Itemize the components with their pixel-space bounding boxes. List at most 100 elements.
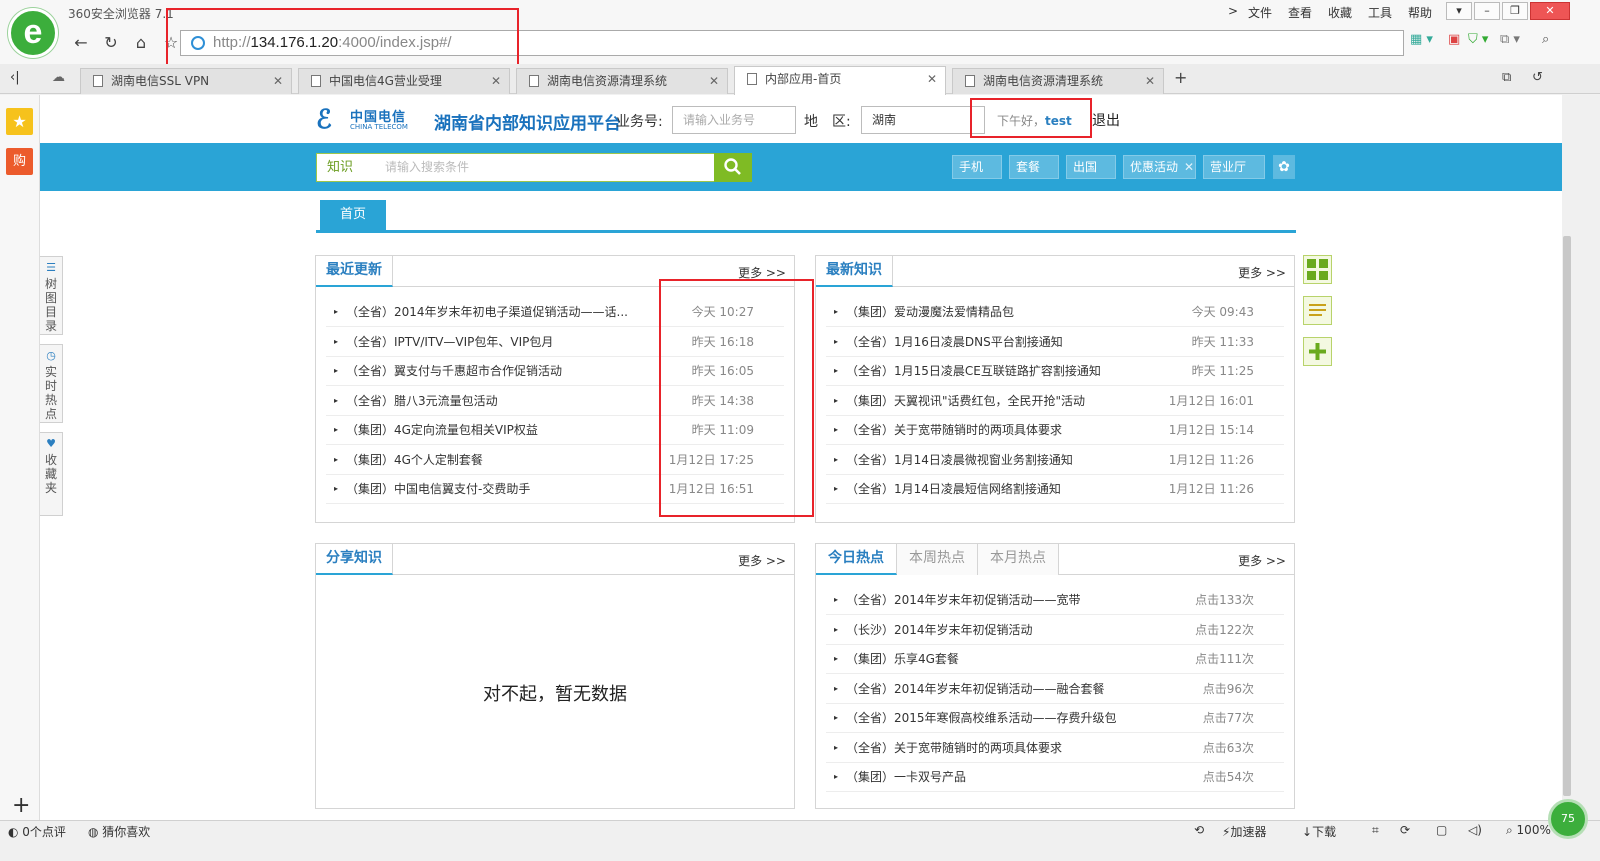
item-title[interactable]: （全省）腊八3元流量包活动 (346, 387, 498, 415)
menu-view[interactable]: 查看 (1288, 4, 1312, 21)
list-item[interactable]: ▸ （全省）2014年岁末年初促销活动——宽带 点击133次 (826, 586, 1284, 615)
undo-close-icon[interactable]: ↺ (1532, 70, 1543, 85)
tab-today-hot[interactable]: 今日热点 (816, 544, 897, 575)
vtab-hot[interactable]: ◷ 实时热点 (40, 344, 63, 423)
list-item[interactable]: ▸ （集团）爱动漫魔法爱情精品包 今天 09:43 (826, 298, 1284, 327)
vtab-tree[interactable]: ☰ 树图目录 (40, 256, 63, 335)
list-item[interactable]: ▸ （长沙）2014年岁末年初促销活动 点击122次 (826, 616, 1284, 645)
search-button[interactable] (714, 153, 752, 182)
list-item[interactable]: ▸ （全省）1月16日凌晨DNS平台割接通知 昨天 11:33 (826, 328, 1284, 357)
tab-ssl-vpn[interactable]: 湖南电信SSL VPN ✕ (80, 68, 292, 94)
list-item[interactable]: ▸ （集团）天翼视讯"话费红包，全民开抢"活动 1月12日 16:01 (826, 387, 1284, 416)
window-icon[interactable]: ▢ (1436, 823, 1447, 837)
more-link[interactable]: 更多 >> (1238, 264, 1286, 281)
item-title[interactable]: （集团）4G个人定制套餐 (346, 446, 483, 474)
menu-tools[interactable]: 工具 (1368, 4, 1392, 21)
item-title[interactable]: （全省）2014年岁末年初促销活动——融合套餐 (846, 675, 1105, 703)
menu-favorites[interactable]: 收藏 (1328, 4, 1352, 21)
scrollbar-thumb[interactable] (1563, 236, 1571, 796)
item-title[interactable]: （全省）关于宽带随销时的两项具体要求 (846, 416, 1062, 444)
more-link[interactable]: 更多 >> (738, 552, 786, 569)
screenshot-icon[interactable]: ⧉ ▾ (1500, 32, 1520, 47)
accelerator-status[interactable]: ⚡加速器 (1222, 823, 1266, 840)
list-item[interactable]: ▸ （全省）关于宽带随销时的两项具体要求 点击63次 (826, 734, 1284, 763)
tab-4g[interactable]: 中国电信4G营业受理 ✕ (298, 68, 510, 94)
item-title[interactable]: （集团）一卡双号产品 (846, 763, 966, 791)
tag-phone[interactable]: 手机 (952, 155, 1002, 179)
zoom-status[interactable]: ⌕ 100% (1506, 823, 1551, 838)
tab-resource-2[interactable]: 湖南电信资源清理系统 ✕ (952, 68, 1164, 94)
comments-status[interactable]: ◐ 0个点评 (8, 823, 66, 840)
guess-status[interactable]: ◍ 猜你喜欢 (88, 823, 150, 840)
sound-icon[interactable]: ◁) (1468, 823, 1482, 837)
item-title[interactable]: （全省）1月16日凌晨DNS平台割接通知 (846, 328, 1063, 356)
item-title[interactable]: （集团）中国电信翼支付-交费助手 (346, 475, 530, 503)
sync-icon[interactable]: ⟳ (1400, 823, 1410, 837)
list-item[interactable]: ▸ （集团）乐享4G套餐 点击111次 (826, 645, 1284, 674)
list-item[interactable]: ▸ （全省）1月15日凌晨CE互联链路扩容割接通知 昨天 11:25 (826, 357, 1284, 386)
menu-help[interactable]: 帮助 (1408, 4, 1432, 21)
item-title[interactable]: （全省）1月14日凌晨短信网络割接通知 (846, 475, 1061, 503)
item-title[interactable]: （全省）翼支付与千惠超市合作促销活动 (346, 357, 562, 385)
home-tab[interactable]: 首页 (320, 200, 386, 230)
search-category-select[interactable]: 知识 (316, 153, 376, 182)
item-title[interactable]: （全省）IPTV/ITV—VIP包年、VIP包月 (346, 328, 553, 356)
search-input[interactable]: 请输入搜索条件 (375, 153, 715, 182)
tab-month-hot[interactable]: 本月热点 (978, 544, 1059, 575)
download-status[interactable]: ↓下载 (1302, 823, 1336, 840)
tab-week-hot[interactable]: 本周热点 (897, 544, 978, 575)
biz-number-input[interactable]: 请输入业务号 (672, 106, 796, 134)
more-link[interactable]: 更多 >> (1238, 552, 1286, 569)
shield-icon[interactable]: ⛉ ▾ (1468, 32, 1488, 47)
speed-badge[interactable]: 75 (1548, 799, 1588, 839)
back-icon[interactable]: ← (68, 30, 94, 56)
menu-file[interactable]: 文件 (1248, 4, 1272, 21)
cloud-icon[interactable]: ☁ (52, 70, 65, 85)
browser-logo-icon[interactable]: e (8, 8, 58, 58)
crop-icon[interactable]: ⌗ (1372, 823, 1379, 838)
item-title[interactable]: （全省）2014年岁末年初促销活动——宽带 (846, 586, 1081, 614)
shopping-icon[interactable]: 购 (6, 148, 33, 175)
tab-resource-1[interactable]: 湖南电信资源清理系统 ✕ (516, 68, 728, 94)
list-item[interactable]: ▸ （全省）1月14日凌晨短信网络割接通知 1月12日 11:26 (826, 475, 1284, 504)
item-title[interactable]: （全省）2014年岁末年初电子渠道促销活动——话... (346, 298, 628, 326)
list-item[interactable]: ▸ （全省）2014年岁末年初促销活动——融合套餐 点击96次 (826, 675, 1284, 704)
item-title[interactable]: （长沙）2014年岁末年初促销活动 (846, 616, 1033, 644)
minimize-icon[interactable]: – (1474, 2, 1500, 20)
item-title[interactable]: （集团）天翼视讯"话费红包，全民开抢"活动 (846, 387, 1085, 415)
notes-icon[interactable] (1303, 296, 1332, 325)
list-item[interactable]: ▸ （集团）一卡双号产品 点击54次 (826, 763, 1284, 792)
new-tab-icon[interactable]: + (1174, 68, 1187, 87)
home-icon[interactable]: ⌂ (128, 30, 154, 56)
list-item[interactable]: ▸ （全省）2015年寒假高校维系活动——存费升级包 点击77次 (826, 704, 1284, 733)
tag-promo[interactable]: 优惠活动 ✕ (1123, 155, 1196, 179)
tag-package[interactable]: 套餐 (1009, 155, 1059, 179)
tab-internal-home[interactable]: 内部应用-首页 ✕ (734, 66, 946, 95)
list-item[interactable]: ▸ （全省）1月14日凌晨微视窗业务割接通知 1月12日 11:26 (826, 446, 1284, 475)
item-title[interactable]: （全省）关于宽带随销时的两项具体要求 (846, 734, 1062, 762)
restore-icon[interactable]: ❐ (1502, 2, 1528, 20)
tab-list-icon[interactable]: ‹| (10, 70, 20, 85)
fast-icon[interactable]: ⟲ (1194, 823, 1204, 837)
close-window-icon[interactable]: ✕ (1530, 2, 1570, 20)
add-widget-icon[interactable] (1303, 337, 1332, 366)
search-icon[interactable]: ⌕ (1542, 32, 1549, 47)
list-item[interactable]: ▸ （全省）关于宽带随销时的两项具体要求 1月12日 15:14 (826, 416, 1284, 445)
item-title[interactable]: （集团）4G定向流量包相关VIP权益 (346, 416, 538, 444)
settings-gear-icon[interactable]: ✿ (1273, 155, 1295, 179)
item-title[interactable]: （全省）1月14日凌晨微视窗业务割接通知 (846, 446, 1073, 474)
item-title[interactable]: （全省）2015年寒假高校维系活动——存费升级包 (846, 704, 1117, 732)
item-title[interactable]: （集团）爱动漫魔法爱情精品包 (846, 298, 1014, 326)
tag-hall[interactable]: 营业厅 (1203, 155, 1265, 179)
skin-icon[interactable]: ▾ (1446, 2, 1472, 20)
add-sidebar-icon[interactable]: + (12, 793, 30, 818)
extensions-icon[interactable]: ▦ ▾ (1410, 32, 1433, 47)
menu-arrow-icon[interactable]: > (1228, 4, 1238, 18)
item-title[interactable]: （全省）1月15日凌晨CE互联链路扩容割接通知 (846, 357, 1101, 385)
item-title[interactable]: （集团）乐享4G套餐 (846, 645, 959, 673)
region-input[interactable]: 湖南 (861, 106, 985, 134)
addon-icon[interactable]: ▣ (1448, 32, 1460, 47)
favorites-star-icon[interactable]: ★ (6, 108, 33, 135)
refresh-icon[interactable]: ↻ (98, 30, 124, 56)
logout-link[interactable]: 退出 (1092, 110, 1120, 130)
